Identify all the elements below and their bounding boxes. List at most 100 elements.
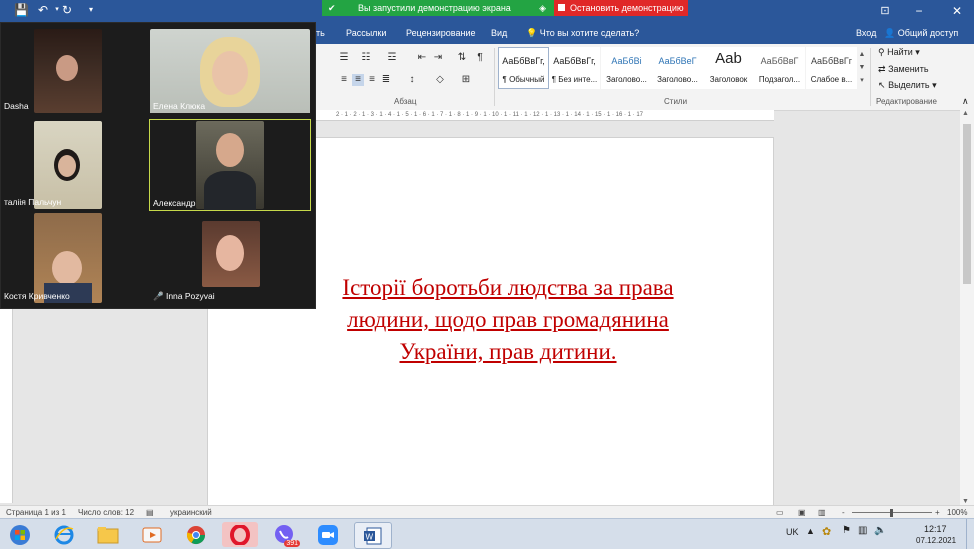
shading-icon[interactable]: ◇	[434, 74, 446, 86]
tray-app-icon[interactable]: ✿	[822, 525, 831, 538]
input-language[interactable]: UK	[786, 527, 799, 537]
tab-partial[interactable]: ть	[316, 22, 325, 44]
editing-group-label: Редактирование	[876, 97, 937, 106]
sort-icon[interactable]: ⇅	[456, 52, 468, 64]
participant-tile[interactable]: Елена Клюка	[150, 23, 315, 113]
tell-me-text: Что вы хотите сделать?	[539, 28, 640, 38]
find-label: Найти	[887, 47, 913, 57]
doc-line[interactable]: Історії боротьби людства за права	[236, 272, 780, 304]
show-desktop-button[interactable]	[966, 519, 974, 549]
style-item[interactable]: АаБбВі Заголово...	[601, 47, 652, 89]
doc-line[interactable]: України, прав дитини.	[236, 336, 780, 368]
tray-expand-icon[interactable]: ▲	[806, 526, 815, 536]
style-item[interactable]: АаБбВвГг, ¶ Обычный	[498, 47, 549, 89]
style-item[interactable]: АаБбВвГ Подзагол...	[754, 47, 805, 89]
participant-tile-active[interactable]: Александр	[149, 119, 311, 211]
doc-line[interactable]: людини, щодо прав громадянина	[236, 304, 780, 336]
paragraph-group-label: Абзац	[394, 97, 417, 106]
increase-indent-icon[interactable]: ⇥	[432, 52, 444, 64]
find-button[interactable]: ⚲ Найти ▾	[878, 47, 920, 58]
ie-icon[interactable]	[46, 522, 82, 547]
document-text[interactable]: Історії боротьби людства за права людини…	[236, 272, 780, 368]
participant-name: Inna Pozyvai	[165, 291, 215, 301]
screen-share-status: ✔ Вы запустили демонстрацию экрана ◈	[322, 0, 554, 16]
shield-icon: ◈	[539, 3, 546, 13]
stop-share-button[interactable]: Остановить демонстрацию	[554, 0, 688, 16]
undo-icon[interactable]: ↶	[36, 3, 50, 17]
replace-label: Заменить	[888, 64, 929, 74]
decrease-indent-icon[interactable]: ⇤	[416, 52, 428, 64]
collapse-ribbon-icon[interactable]: ∧	[962, 96, 969, 107]
scroll-down-icon[interactable]: ▼	[962, 498, 969, 505]
word-app-icon[interactable]: W	[354, 522, 392, 549]
participant-tile[interactable]: Костя Кривченко	[1, 213, 148, 303]
chrome-icon[interactable]	[178, 522, 214, 547]
signin-link[interactable]: Вход	[856, 22, 876, 44]
align-right-icon[interactable]: ≡	[366, 74, 378, 86]
viber-badge: 391	[284, 540, 300, 547]
scroll-thumb[interactable]	[963, 124, 971, 284]
network-icon[interactable]: ▥	[858, 525, 867, 536]
close-icon[interactable]: ✕	[940, 0, 974, 22]
zoom-gallery-view[interactable]: Dasha Елена Клюка таліія Пальчун Алексан…	[0, 22, 316, 309]
tab-mailings[interactable]: Рассылки	[346, 22, 386, 44]
redo-icon[interactable]: ↻	[60, 3, 74, 17]
ruler-marks: 2 · 1 · 2 · 1 · 3 · 1 · 4 · 1 · 5 · 1 · …	[336, 112, 643, 118]
multilevel-list-icon[interactable]: ☲	[386, 52, 398, 64]
bullets-icon[interactable]: ☰	[338, 52, 350, 64]
viber-icon[interactable]: 391	[266, 522, 302, 547]
explorer-icon[interactable]	[90, 522, 126, 547]
save-icon[interactable]: 💾	[14, 3, 29, 17]
taskbar: 391 W UK ▲ ✿ ⚑ ▥ 🔈 12:17 07.12.2021	[0, 518, 974, 549]
zoom-slider-thumb[interactable]	[890, 509, 893, 517]
start-button[interactable]	[2, 522, 38, 547]
scroll-up-icon[interactable]: ▲	[962, 110, 969, 117]
status-bar: Страница 1 из 1 Число слов: 12 ▤ украинс…	[0, 505, 974, 519]
style-name: Слабое в...	[810, 75, 853, 84]
clock-time: 12:17	[924, 524, 947, 534]
zoom-app-icon[interactable]	[310, 522, 346, 547]
volume-icon[interactable]: 🔈	[874, 525, 886, 536]
participant-tile[interactable]: 🎤 Inna Pozyvai	[150, 213, 312, 303]
vertical-ruler[interactable]	[0, 300, 13, 503]
align-left-icon[interactable]: ≡	[338, 74, 350, 86]
vertical-scrollbar[interactable]: ▲ ▼	[960, 110, 974, 505]
restore-icon[interactable]	[910, 0, 944, 22]
ribbon-display-options-icon[interactable]: ⊡	[868, 0, 902, 22]
style-item[interactable]: Aab Заголовок	[703, 47, 754, 89]
borders-icon[interactable]: ⊞	[460, 74, 472, 86]
horizontal-ruler[interactable]: 2 · 1 · 2 · 1 · 3 · 1 · 4 · 1 · 5 · 1 · …	[312, 110, 774, 121]
participant-tile[interactable]: Dasha	[1, 23, 148, 113]
participant-video	[202, 221, 260, 287]
style-sample: АаБбВвГг,	[502, 56, 545, 66]
share-button[interactable]: 👤 Общий доступ	[884, 22, 958, 44]
tell-me-box[interactable]: 💡 Что вы хотите сделать?	[526, 22, 639, 44]
participant-name: таліія Пальчун	[4, 197, 62, 207]
replace-button[interactable]: ⇄ Заменить	[878, 64, 929, 75]
flag-icon[interactable]: ⚑	[842, 525, 851, 536]
select-button[interactable]: ↖ Выделить ▾	[878, 80, 937, 91]
group-divider	[494, 48, 495, 106]
styles-group-label: Стили	[664, 97, 688, 106]
numbering-icon[interactable]: ☷	[360, 52, 372, 64]
styles-scroll[interactable]: ▲ ▼ ▾	[858, 48, 866, 88]
tab-view[interactable]: Вид	[491, 22, 507, 44]
tab-review[interactable]: Рецензирование	[406, 22, 476, 44]
media-player-icon[interactable]	[134, 522, 170, 547]
participant-tile[interactable]: таліія Пальчун	[1, 119, 148, 209]
style-item[interactable]: АаБбВвГг Слабое в...	[806, 47, 857, 89]
person-icon: 👤	[884, 28, 896, 38]
participant-name: Костя Кривченко	[4, 291, 70, 301]
style-item[interactable]: АаБбВеГ Заголово...	[652, 47, 703, 89]
windows-orb-icon	[10, 524, 30, 545]
style-item[interactable]: АаБбВвГг, ¶ Без инте...	[549, 47, 600, 89]
opera-icon[interactable]	[222, 522, 258, 547]
align-center-icon[interactable]: ≡	[352, 74, 364, 86]
style-name: ¶ Обычный	[502, 75, 545, 84]
stop-share-label: Остановить демонстрацию	[570, 3, 684, 13]
participant-name: Dasha	[4, 101, 29, 111]
line-spacing-icon[interactable]: ↕	[406, 74, 418, 86]
show-marks-icon[interactable]: ¶	[474, 52, 486, 64]
justify-icon[interactable]: ≣	[380, 74, 392, 86]
customize-quick-access-icon[interactable]: ▾	[84, 3, 98, 17]
